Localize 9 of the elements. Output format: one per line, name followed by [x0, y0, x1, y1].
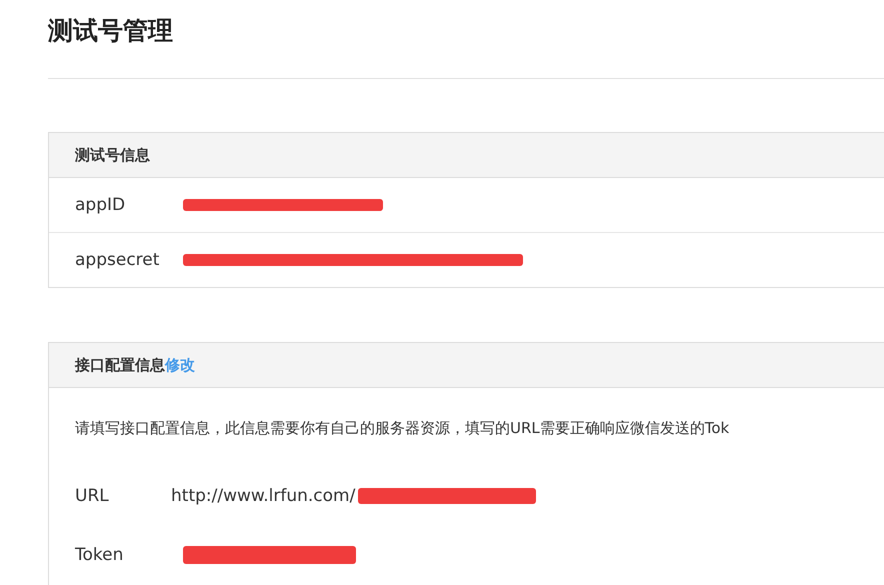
intro-text: 请填写接口配置信息，此信息需要你有自己的服务器资源，填写的URL需要正确响应微信发送的Tok	[74, 418, 730, 438]
field-label: appID	[75, 195, 126, 215]
page-title: 测试号管理	[48, 15, 174, 47]
section-title: 接口配置信息	[75, 356, 165, 374]
field-label: appsecret	[75, 250, 160, 270]
field-value: http://www.lrfun.com/	[171, 486, 356, 506]
edit-link[interactable]: 修改	[165, 356, 195, 374]
section-title: 测试号信息	[75, 146, 150, 164]
field-label: Token	[75, 544, 124, 564]
